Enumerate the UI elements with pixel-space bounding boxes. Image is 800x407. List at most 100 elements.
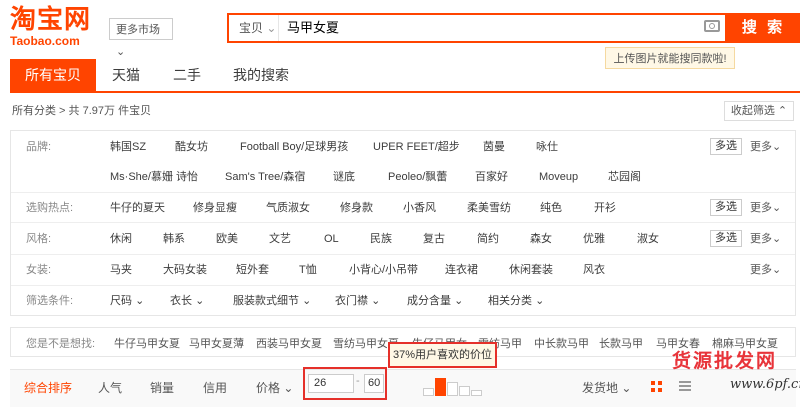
hot-option[interactable]: 小香风 xyxy=(403,200,436,216)
more-market-dropdown[interactable]: 更多市场 ⌄ xyxy=(109,18,173,58)
search-button[interactable]: 搜 索 xyxy=(727,13,800,43)
price-min-input[interactable]: 26 xyxy=(308,374,354,393)
style-option[interactable]: 淑女 xyxy=(637,231,659,247)
brand-option[interactable]: 百家好 xyxy=(475,169,508,185)
brand-option[interactable]: Football Boy/足球男孩 xyxy=(240,139,348,155)
style-option[interactable]: 文艺 xyxy=(269,231,291,247)
brand-option[interactable]: 茵曼 xyxy=(483,139,505,155)
hot-option[interactable]: 修身显瘦 xyxy=(193,200,237,216)
tab-my-search[interactable]: 我的搜索 xyxy=(226,59,296,91)
brand-option[interactable]: Moveup xyxy=(539,169,578,185)
price-max-input[interactable]: 60 xyxy=(364,374,384,393)
women-option[interactable]: 大码女装 xyxy=(163,262,207,278)
brand-option[interactable]: Ms·She/慕姗 诗怡 xyxy=(110,169,198,185)
style-option[interactable]: 民族 xyxy=(370,231,392,247)
camera-icon[interactable] xyxy=(704,20,720,32)
price-bar-selected[interactable] xyxy=(435,378,446,396)
sort-sales[interactable]: 销量 xyxy=(150,380,174,396)
style-label: 风格: xyxy=(26,233,52,245)
sort-popularity[interactable]: 人气 xyxy=(98,380,122,396)
style-option[interactable]: 欧美 xyxy=(216,231,238,247)
more-button[interactable]: 更多⌄ xyxy=(750,200,781,216)
women-option[interactable]: 短外套 xyxy=(236,262,269,278)
sort-price[interactable]: 价格 ⌄ xyxy=(256,380,293,396)
suggestion-link[interactable]: 西装马甲女夏 xyxy=(256,335,322,351)
condition-dropdown[interactable]: 尺码 ⌄ xyxy=(110,293,144,309)
price-bar[interactable] xyxy=(423,388,434,396)
more-market-label: 更多市场 xyxy=(116,24,160,36)
women-option[interactable]: 风衣 xyxy=(583,262,605,278)
grid-view-icon[interactable] xyxy=(651,381,662,392)
hot-option[interactable]: 开衫 xyxy=(594,200,616,216)
brand-option[interactable]: 谜底 xyxy=(333,169,355,185)
brand-option[interactable]: 酷女坊 xyxy=(175,139,208,155)
sort-credit[interactable]: 信用 xyxy=(203,380,227,396)
tab-tmall[interactable]: 天猫 xyxy=(102,59,150,91)
condition-dropdown[interactable]: 服装款式细节 ⌄ xyxy=(233,293,311,309)
condition-dropdown[interactable]: 衣门襟 ⌄ xyxy=(335,293,380,309)
hot-option[interactable]: 气质淑女 xyxy=(266,200,310,216)
brand-option[interactable]: Sam's Tree/森宿 xyxy=(225,169,305,185)
list-view-icon[interactable] xyxy=(679,381,691,392)
style-option[interactable]: 休闲 xyxy=(110,231,132,247)
condition-dropdown[interactable]: 相关分类 ⌄ xyxy=(488,293,544,309)
price-bar[interactable] xyxy=(447,382,458,396)
ship-from-dropdown[interactable]: 发货地 ⌄ xyxy=(582,380,631,396)
multi-select-button[interactable]: 多选 xyxy=(710,138,742,155)
more-label: 更多 xyxy=(750,264,772,276)
style-option[interactable]: 复古 xyxy=(423,231,445,247)
price-distribution-chart[interactable] xyxy=(423,374,485,396)
chevron-down-icon: ⌄ xyxy=(302,295,312,307)
brand-option[interactable]: 韩国SZ xyxy=(110,139,146,155)
suggestion-link[interactable]: 中长款马甲 xyxy=(534,335,589,351)
taobao-logo-en[interactable]: Taobao.com xyxy=(10,34,80,48)
multi-select-button[interactable]: 多选 xyxy=(710,199,742,216)
hot-option[interactable]: 修身款 xyxy=(340,200,373,216)
sort-default[interactable]: 综合排序 xyxy=(24,380,72,396)
hot-option[interactable]: 牛仔的夏天 xyxy=(110,200,165,216)
condition-dropdown[interactable]: 衣长 ⌄ xyxy=(170,293,204,309)
brand-option[interactable]: UPER FEET/超步 xyxy=(373,139,460,155)
suggestion-link[interactable]: 马甲女夏薄 xyxy=(189,335,244,351)
style-option[interactable]: 韩系 xyxy=(163,231,185,247)
women-option[interactable]: 小背心/小吊带 xyxy=(349,262,418,278)
taobao-logo[interactable]: 淘宝网 xyxy=(10,6,91,34)
hot-option[interactable]: 纯色 xyxy=(540,200,562,216)
condition-dropdown[interactable]: 成分含量 ⌄ xyxy=(407,293,463,309)
style-option[interactable]: 简约 xyxy=(477,231,499,247)
women-option[interactable]: 连衣裙 xyxy=(445,262,478,278)
price-bar[interactable] xyxy=(459,386,470,396)
more-button[interactable]: 更多⌄ xyxy=(750,262,781,278)
style-option[interactable]: OL xyxy=(324,231,339,247)
women-option[interactable]: 休闲套装 xyxy=(509,262,553,278)
style-option[interactable]: 优雅 xyxy=(583,231,605,247)
suggestion-link[interactable]: 牛仔马甲女夏 xyxy=(114,335,180,351)
suggestion-link[interactable]: 长款马甲 xyxy=(599,335,643,351)
tab-all-items[interactable]: 所有宝贝 xyxy=(10,59,96,91)
style-option[interactable]: 森女 xyxy=(530,231,552,247)
more-button[interactable]: 更多⌄ xyxy=(750,139,781,155)
brand-option[interactable]: Peoleo/飘蕾 xyxy=(388,169,447,185)
price-bar[interactable] xyxy=(471,390,482,396)
hot-option[interactable]: 柔美雪纺 xyxy=(467,200,511,216)
breadcrumb-all[interactable]: 所有分类 xyxy=(12,105,56,117)
brand-option[interactable]: 芯园阁 xyxy=(608,169,641,185)
condition-label: 相关分类 xyxy=(488,295,532,307)
search-input[interactable] xyxy=(287,15,687,41)
tab-secondhand[interactable]: 二手 xyxy=(163,59,211,91)
multi-select-button[interactable]: 多选 xyxy=(710,230,742,247)
chevron-down-icon: ⌄ xyxy=(135,295,145,307)
brand-option[interactable]: 咏仕 xyxy=(536,139,558,155)
more-button[interactable]: 更多⌄ xyxy=(750,231,781,247)
women-option[interactable]: T恤 xyxy=(299,262,317,278)
breadcrumb: 所有分类 > 共 7.97万 件宝贝 xyxy=(12,105,152,117)
women-option[interactable]: 马夹 xyxy=(110,262,132,278)
collapse-filter-button[interactable]: 收起筛选 ⌃ xyxy=(724,101,794,121)
chevron-down-icon: ⌄ xyxy=(621,381,632,395)
chevron-down-icon: ⌄ xyxy=(772,141,782,153)
more-label: 更多 xyxy=(750,233,772,245)
suggestion-link[interactable]: 棉麻马甲女夏 xyxy=(712,335,778,351)
suggestion-link[interactable]: 马甲女春 xyxy=(656,335,700,351)
search-category-select[interactable]: 宝贝 ⌄ xyxy=(229,15,279,41)
collapse-label: 收起筛选 xyxy=(730,105,775,117)
